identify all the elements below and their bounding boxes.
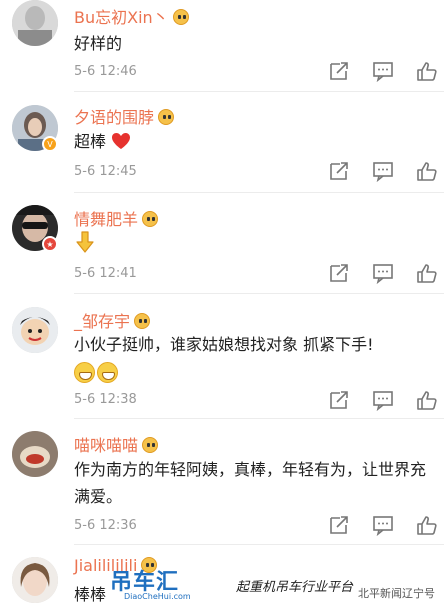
watermark-slogan: 起重机吊车行业平台 <box>236 580 354 595</box>
username[interactable]: 喵咪喵喵 <box>74 432 159 456</box>
timestamp: 5-6 12:41 <box>74 266 137 281</box>
avatar-image <box>12 431 58 477</box>
like-icon[interactable] <box>416 160 438 182</box>
username[interactable]: _邹存宇 <box>74 308 151 332</box>
emoji-row <box>74 360 434 387</box>
watermark-news-account: 北平新闻辽宁号 <box>358 587 435 600</box>
watermark-subtitle: DiaoCheHui.com <box>124 592 191 601</box>
avatar[interactable] <box>12 557 58 603</box>
avatar-image <box>12 307 58 353</box>
point-down-emoji-icon <box>76 231 94 253</box>
fan-medal-icon <box>158 109 175 125</box>
share-icon[interactable] <box>328 514 350 536</box>
share-icon[interactable] <box>328 60 350 82</box>
timestamp: 5-6 12:36 <box>74 518 137 533</box>
watermark: 吊车汇 DiaoCheHui.com 起重机吊车行业平台 北平新闻辽宁号 <box>96 556 444 611</box>
username[interactable]: 夕语的围脖 <box>74 104 175 128</box>
comment-text: 👇 <box>74 230 434 262</box>
comment-actions <box>328 389 438 411</box>
divider <box>74 418 444 419</box>
divider <box>74 91 444 92</box>
grin-emoji-icon <box>97 362 118 383</box>
comment-icon[interactable] <box>372 160 394 182</box>
like-icon[interactable] <box>416 60 438 82</box>
fan-medal-icon <box>134 313 151 329</box>
avatar[interactable] <box>12 0 58 46</box>
comment-text: 超棒 <box>74 128 434 155</box>
username[interactable]: Bu忘初Xin丶 <box>74 4 189 28</box>
share-icon[interactable] <box>328 262 350 284</box>
avatar-image <box>12 557 58 603</box>
heart-icon <box>112 133 131 149</box>
verified-badge-icon: V <box>42 136 58 152</box>
fan-medal-icon <box>142 437 159 453</box>
divider <box>74 192 444 193</box>
comment-icon[interactable] <box>372 389 394 411</box>
like-icon[interactable] <box>416 514 438 536</box>
share-icon[interactable] <box>328 389 350 411</box>
comment-text: 好样的 <box>74 34 123 53</box>
timestamp: 5-6 12:38 <box>74 392 137 407</box>
username[interactable]: 情舞肥羊 <box>74 206 159 230</box>
divider <box>74 544 444 545</box>
comment-actions <box>328 60 438 82</box>
like-icon[interactable] <box>416 262 438 284</box>
comment-icon[interactable] <box>372 60 394 82</box>
fan-medal-icon <box>172 9 189 25</box>
like-icon[interactable] <box>416 389 438 411</box>
timestamp: 5-6 12:45 <box>74 164 137 179</box>
avatar-image <box>12 0 58 46</box>
comment-actions <box>328 514 438 536</box>
fan-medal-icon <box>142 211 159 227</box>
verified-badge-icon: ★ <box>42 236 58 252</box>
share-icon[interactable] <box>328 160 350 182</box>
timestamp: 5-6 12:46 <box>74 64 137 79</box>
comment-icon[interactable] <box>372 514 394 536</box>
divider <box>74 293 444 294</box>
comment-icon[interactable] <box>372 262 394 284</box>
grin-emoji-icon <box>74 362 95 383</box>
comment-text: 作为南方的年轻阿姨，真棒，年轻有为，让世界充满爱。 <box>74 460 427 506</box>
comment-actions <box>328 160 438 182</box>
comment-text: 小伙子挺帅，谁家姑娘想找对象 抓紧下手! <box>74 331 434 387</box>
avatar[interactable] <box>12 431 58 477</box>
avatar[interactable] <box>12 307 58 353</box>
comment-actions <box>328 262 438 284</box>
